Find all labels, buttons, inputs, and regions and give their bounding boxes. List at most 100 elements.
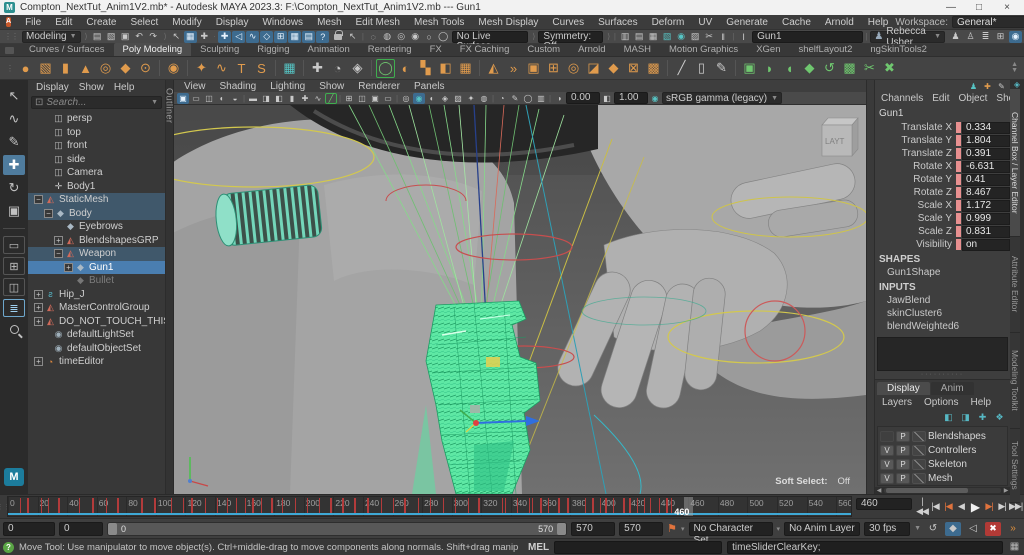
shelf-tab-ngskintools2[interactable]: ngSkinTools2: [861, 43, 936, 56]
keyframe-tick[interactable]: [41, 498, 43, 513]
move-layer-up-icon[interactable]: ◧: [942, 412, 955, 423]
keyframe-tick[interactable]: [585, 498, 587, 513]
color-managed-icon[interactable]: ◉: [649, 93, 661, 104]
shelf-tab-arnold[interactable]: Arnold: [569, 43, 614, 56]
select-component-icon[interactable]: ✚: [198, 31, 211, 43]
keyframe-tick[interactable]: [92, 498, 94, 513]
keyframe-tick[interactable]: [330, 498, 332, 513]
shelf-tab-fx-caching[interactable]: FX Caching: [451, 43, 519, 56]
keyframe-tick[interactable]: [191, 498, 193, 513]
gamma-field[interactable]: 1.00: [614, 92, 648, 104]
input-operations-icon[interactable]: ◍: [381, 31, 394, 43]
keyframe-tick[interactable]: [217, 498, 219, 513]
select-hierarchy-icon[interactable]: ↖: [170, 31, 183, 43]
channel-value-field[interactable]: on: [962, 239, 1010, 251]
keyframe-tick[interactable]: [141, 498, 143, 513]
layer-menu-help[interactable]: Help: [965, 397, 996, 408]
ipr-render-icon[interactable]: ▦: [647, 31, 660, 43]
keyframe-tick[interactable]: [567, 498, 569, 513]
keyframe-tick[interactable]: [183, 498, 185, 513]
shelf-tab-xgen[interactable]: XGen: [747, 43, 789, 56]
poly-cube-icon[interactable]: ▧: [36, 59, 55, 78]
type-tool-icon[interactable]: T: [232, 59, 251, 78]
snap-plane-icon[interactable]: ◇: [260, 31, 273, 43]
poly-reduce-icon[interactable]: ◆: [800, 59, 819, 78]
sidebar-tab-tool-settings[interactable]: Tool Settings: [1010, 429, 1020, 503]
keyframe-tick[interactable]: [381, 498, 383, 513]
camera-attrs-icon[interactable]: ◫: [203, 93, 215, 104]
input-node-item[interactable]: skinCluster6: [875, 307, 1010, 320]
range-slider[interactable]: 0 570: [107, 522, 567, 536]
poly-torus-icon[interactable]: ◎: [96, 59, 115, 78]
snap-view-icon[interactable]: ⊞: [274, 31, 287, 43]
sidebar-tab-attribute-editor[interactable]: Attribute Editor: [1010, 237, 1020, 333]
grease-pencil-icon[interactable]: ✎: [509, 93, 521, 104]
undo-icon[interactable]: ↶: [133, 31, 146, 43]
expand-icon[interactable]: +: [34, 357, 43, 366]
input-node-item[interactable]: JawBlend: [875, 294, 1010, 307]
outliner-item-defaultlightset[interactable]: ◉defaultLightSet: [28, 328, 165, 342]
keyframe-tick[interactable]: [319, 498, 321, 513]
shelf-scroll-arrows[interactable]: ▲▼: [1011, 62, 1020, 74]
collapse-icon[interactable]: −: [54, 249, 63, 258]
input-connections-icon[interactable]: ◌: [367, 31, 380, 43]
platonic-solid-icon[interactable]: ◉: [164, 59, 183, 78]
shelf-tab-curves-surfaces[interactable]: Curves / Surfaces: [20, 43, 114, 56]
keyframe-tick[interactable]: [502, 498, 504, 513]
keyframe-tick[interactable]: [529, 498, 531, 513]
pause-evaluation-icon[interactable]: ‖: [717, 31, 730, 43]
wheel-icon[interactable]: ◎: [564, 59, 583, 78]
channel-value-field[interactable]: 0.41: [962, 174, 1010, 186]
layer-playback-toggle[interactable]: P: [896, 459, 910, 470]
poly-plane-icon[interactable]: ◆: [116, 59, 135, 78]
outliner-item-top[interactable]: ◫top: [28, 126, 165, 140]
keyframe-tick[interactable]: [354, 498, 356, 513]
shelf-collapse-button[interactable]: [5, 47, 14, 54]
paint-select-tool[interactable]: ✎: [3, 132, 25, 152]
curve-star-icon[interactable]: ✦: [192, 59, 211, 78]
ghosting-icon[interactable]: ◍: [478, 93, 490, 104]
screen-ao-icon[interactable]: ◎: [400, 93, 412, 104]
keyframe-tick[interactable]: [540, 498, 542, 513]
quick-select-field[interactable]: Gun1: [752, 31, 863, 43]
keyframe-tick[interactable]: [79, 498, 81, 513]
append-poly-icon[interactable]: ◖: [780, 59, 799, 78]
keyframe-tick[interactable]: [443, 498, 445, 513]
keyframe-tick[interactable]: [666, 498, 668, 513]
panel-divider[interactable]: [866, 80, 875, 494]
output-connections-icon[interactable]: ◎: [395, 31, 408, 43]
outliner-search-input[interactable]: ⊡ Search... ▼: [31, 96, 162, 109]
keyframe-tick[interactable]: [295, 498, 297, 513]
minimize-button[interactable]: —: [938, 1, 964, 15]
keyframe-tick[interactable]: [600, 498, 602, 513]
bookmark-flag-icon[interactable]: ⚑: [667, 522, 677, 535]
layer-tab-anim[interactable]: Anim: [931, 382, 974, 395]
plugin-icon[interactable]: ▥: [535, 93, 547, 104]
close-button[interactable]: ×: [994, 1, 1020, 15]
make-live-icon[interactable]: ▦: [288, 31, 301, 43]
symmetry-field[interactable]: Symmetry: Off: [538, 31, 603, 43]
keyframe-tick[interactable]: [58, 498, 60, 513]
motion-blur-icon[interactable]: ◉: [413, 93, 425, 104]
launch-app-icon[interactable]: ✂: [703, 31, 716, 43]
shelf-tab-fx[interactable]: FX: [421, 43, 451, 56]
menu-edit[interactable]: Edit: [48, 17, 79, 28]
expand-icon[interactable]: +: [34, 290, 43, 299]
expand-icon[interactable]: +: [64, 263, 73, 272]
menu-mesh[interactable]: Mesh: [310, 17, 348, 28]
isolate-icon[interactable]: ◧: [273, 93, 285, 104]
snap-curve-icon[interactable]: ◁: [232, 31, 245, 43]
keyframe-tick[interactable]: [629, 498, 631, 513]
keyframe-tick[interactable]: [282, 498, 284, 513]
panel-menu-renderer[interactable]: Renderer: [352, 81, 406, 92]
live-surface-field[interactable]: No Live Surface: [452, 31, 529, 43]
wrist-cylinder[interactable]: [214, 184, 323, 247]
combine-icon[interactable]: ◐: [396, 59, 415, 78]
mirror-icon[interactable]: ◧: [436, 59, 455, 78]
time-slider[interactable]: 0204060801001201401601802002202402602803…: [7, 496, 852, 517]
keyframe-tick[interactable]: [106, 498, 108, 513]
construction-history-icon[interactable]: ◉: [409, 31, 422, 43]
field-chart-icon[interactable]: ▮: [286, 93, 298, 104]
layer-playback-toggle[interactable]: P: [896, 431, 910, 442]
panel-menu-shading[interactable]: Shading: [214, 81, 263, 92]
